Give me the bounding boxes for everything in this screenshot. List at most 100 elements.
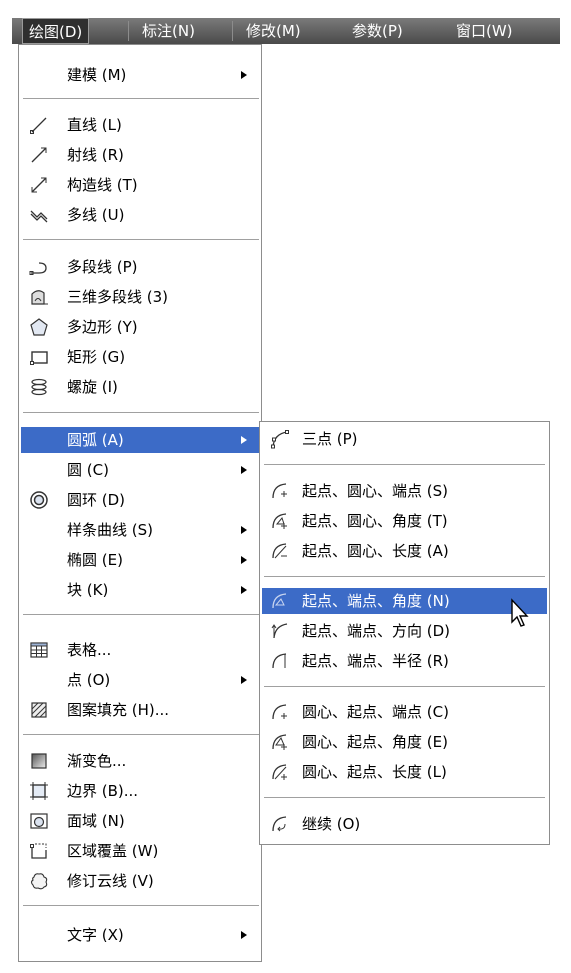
arc-sca-icon xyxy=(272,513,287,529)
menu-separator xyxy=(23,614,259,615)
submenu-item-start-end-direction[interactable]: 起点、端点、方向 (D) xyxy=(262,618,547,644)
menu-window[interactable]: 窗口(W) xyxy=(456,18,513,44)
menu-item-spline[interactable]: 样条曲线 (S) xyxy=(21,517,259,543)
region-icon xyxy=(30,813,48,829)
menu-item-ray[interactable]: 射线 (R) xyxy=(21,142,259,168)
menu-item-arc[interactable]: 圆弧 (A) xyxy=(21,427,259,453)
table-icon xyxy=(30,642,48,658)
submenu-item-3point[interactable]: 三点 (P) xyxy=(262,426,547,452)
menu-modify[interactable]: 修改(M) xyxy=(246,18,301,44)
arc-sea-icon xyxy=(272,593,287,609)
arc-sce-icon xyxy=(272,483,287,499)
helix-icon xyxy=(31,378,47,396)
arc-ser-icon xyxy=(272,653,287,669)
menu-item-label: 多边形 (Y) xyxy=(67,318,138,336)
menu-item-3d-polyline[interactable]: 三维多段线 (3) xyxy=(21,284,259,310)
menu-item-circle[interactable]: 圆 (C) xyxy=(21,457,259,483)
submenu-item-continue[interactable]: 继续 (O) xyxy=(262,811,547,837)
arc-continue-icon xyxy=(272,816,287,832)
menu-item-gradient[interactable]: 渐变色... xyxy=(21,748,259,774)
submenu-arrow-icon xyxy=(241,676,247,684)
submenu-item-label: 三点 (P) xyxy=(302,430,358,448)
menu-item-label: 三维多段线 (3) xyxy=(67,288,169,306)
menu-item-modeling[interactable]: 建模 (M) xyxy=(21,62,259,88)
mouse-cursor-icon xyxy=(511,598,529,627)
menu-separator xyxy=(23,98,259,99)
menu-item-construction-line[interactable]: 构造线 (T) xyxy=(21,172,259,198)
menu-item-label: 螺旋 (I) xyxy=(67,378,118,396)
menu-item-label: 圆弧 (A) xyxy=(67,431,124,449)
menu-dimension[interactable]: 标注(N) xyxy=(142,18,195,44)
arc-cse-icon xyxy=(272,704,287,720)
arc-scl-icon xyxy=(272,543,287,559)
submenu-item-label: 圆心、起点、角度 (E) xyxy=(302,733,448,751)
arc-sed-icon xyxy=(271,623,288,639)
menu-item-boundary[interactable]: 边界 (B)... xyxy=(21,778,259,804)
revcloud-icon xyxy=(30,873,48,890)
polygon-icon xyxy=(30,318,48,336)
menu-item-wipeout[interactable]: 区域覆盖 (W) xyxy=(21,838,259,864)
menu-item-region[interactable]: 面域 (N) xyxy=(21,808,259,834)
menu-item-hatch[interactable]: 图案填充 (H)... xyxy=(21,697,259,723)
submenu-item-start-end-radius[interactable]: 起点、端点、半径 (R) xyxy=(262,648,547,674)
menu-separator xyxy=(264,797,545,798)
menu-item-label: 样条曲线 (S) xyxy=(67,521,153,539)
draw-menu: 建模 (M) 直线 (L) 射线 (R) 构造线 (T) 多线 (U) 多段线 … xyxy=(18,44,262,962)
submenu-item-label: 起点、圆心、长度 (A) xyxy=(302,542,449,560)
submenu-item-label: 继续 (O) xyxy=(302,815,361,833)
menu-item-multiline[interactable]: 多线 (U) xyxy=(21,202,259,228)
submenu-item-center-start-length[interactable]: 圆心、起点、长度 (L) xyxy=(262,759,547,785)
submenu-item-label: 起点、端点、半径 (R) xyxy=(302,652,449,670)
menu-item-label: 表格... xyxy=(67,641,112,659)
menu-item-block[interactable]: 块 (K) xyxy=(21,577,259,603)
submenu-item-start-center-end[interactable]: 起点、圆心、端点 (S) xyxy=(262,478,547,504)
polyline-icon xyxy=(29,262,47,275)
menu-item-line[interactable]: 直线 (L) xyxy=(21,112,259,138)
menu-separator xyxy=(264,686,545,687)
menu-separator xyxy=(23,734,259,735)
menu-item-point[interactable]: 点 (O) xyxy=(21,667,259,693)
menu-item-label: 区域覆盖 (W) xyxy=(67,842,159,860)
menu-item-ellipse[interactable]: 椭圆 (E) xyxy=(21,547,259,573)
submenu-item-label: 起点、端点、方向 (D) xyxy=(302,622,451,640)
submenu-item-start-center-angle[interactable]: 起点、圆心、角度 (T) xyxy=(262,508,547,534)
submenu-item-center-start-angle[interactable]: 圆心、起点、角度 (E) xyxy=(262,729,547,755)
menu-item-revcloud[interactable]: 修订云线 (V) xyxy=(21,868,259,894)
menu-separator xyxy=(264,576,545,577)
rectangle-icon xyxy=(30,351,48,365)
menu-bar: 绘图(D) 标注(N) 修改(M) 参数(P) 窗口(W) xyxy=(0,0,571,44)
menu-item-label: 多段线 (P) xyxy=(67,258,138,276)
submenu-arrow-icon xyxy=(241,436,247,444)
menu-parameter[interactable]: 参数(P) xyxy=(352,18,403,44)
submenu-item-label: 起点、圆心、角度 (T) xyxy=(302,512,448,530)
hatch-icon xyxy=(31,702,47,718)
submenu-item-label: 起点、圆心、端点 (S) xyxy=(302,482,448,500)
donut-icon xyxy=(30,491,48,509)
menu-item-label: 面域 (N) xyxy=(67,812,125,830)
menu-item-donut[interactable]: 圆环 (D) xyxy=(21,487,259,513)
arc-3point-icon xyxy=(271,430,289,449)
arc-csl-icon xyxy=(272,764,287,780)
menu-separator xyxy=(23,412,259,413)
arc-csa-icon xyxy=(272,734,287,750)
menu-separator xyxy=(23,905,259,906)
menu-item-text[interactable]: 文字 (X) xyxy=(21,922,259,948)
menu-item-polygon[interactable]: 多边形 (Y) xyxy=(21,314,259,340)
menu-draw[interactable]: 绘图(D) xyxy=(22,18,90,44)
submenu-arrow-icon xyxy=(241,556,247,564)
menu-item-label: 块 (K) xyxy=(67,581,109,599)
menu-item-label: 修订云线 (V) xyxy=(67,872,154,890)
menu-item-rectangle[interactable]: 矩形 (G) xyxy=(21,344,259,370)
submenu-item-start-end-angle[interactable]: 起点、端点、角度 (N) xyxy=(262,588,547,614)
submenu-arrow-icon xyxy=(241,466,247,474)
menu-item-table[interactable]: 表格... xyxy=(21,637,259,663)
submenu-item-center-start-end[interactable]: 圆心、起点、端点 (C) xyxy=(262,699,547,725)
menu-item-helix[interactable]: 螺旋 (I) xyxy=(21,374,259,400)
multiline-icon xyxy=(30,210,48,223)
menu-item-label: 直线 (L) xyxy=(67,116,122,134)
menu-item-label: 多线 (U) xyxy=(67,206,125,224)
menu-separator xyxy=(23,239,259,240)
gradient-icon xyxy=(31,753,47,769)
submenu-item-start-center-length[interactable]: 起点、圆心、长度 (A) xyxy=(262,538,547,564)
menu-item-polyline[interactable]: 多段线 (P) xyxy=(21,254,259,280)
